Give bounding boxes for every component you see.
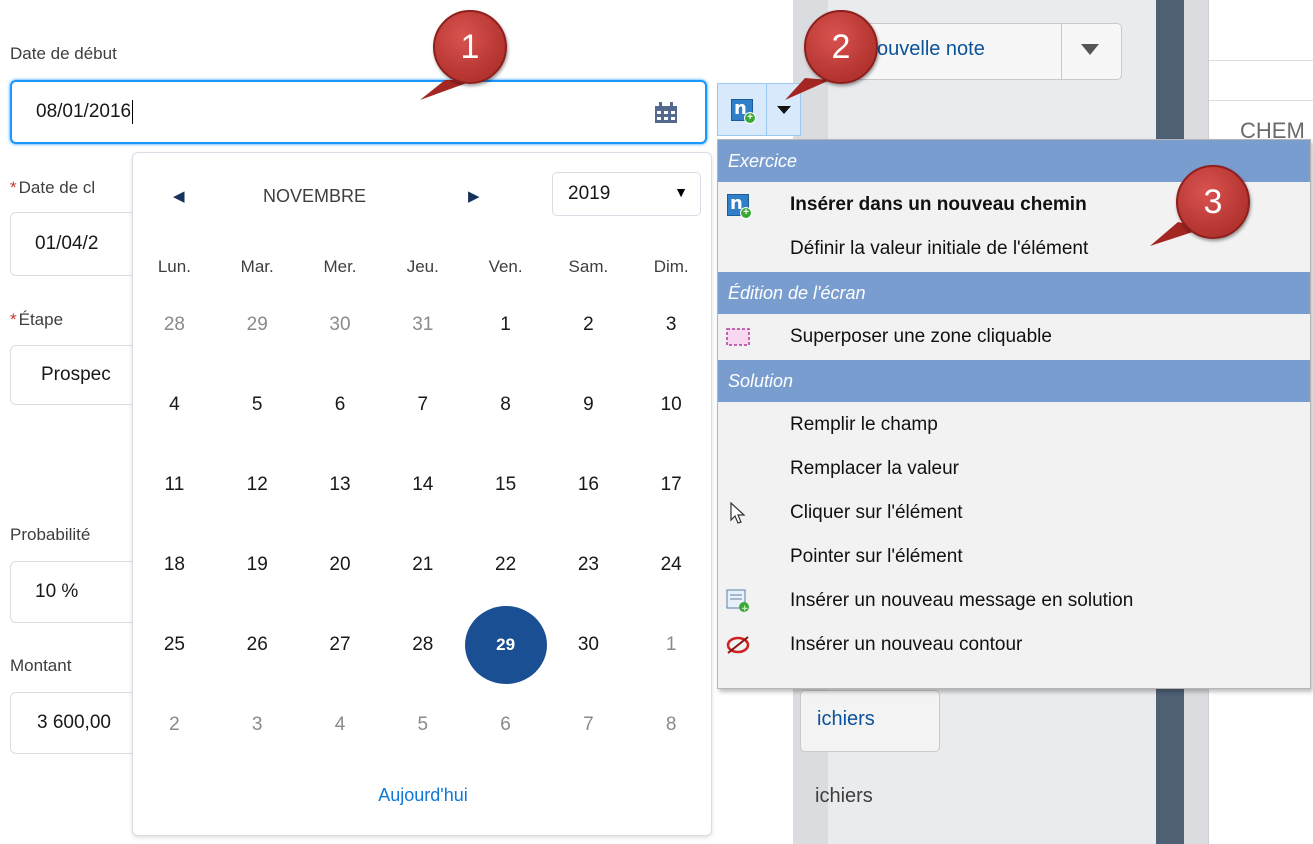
- callout-2: 2: [804, 10, 878, 84]
- callout-3: 3: [1176, 165, 1250, 239]
- callout-1: 1: [433, 10, 507, 84]
- callout-pointers: [420, 78, 1205, 246]
